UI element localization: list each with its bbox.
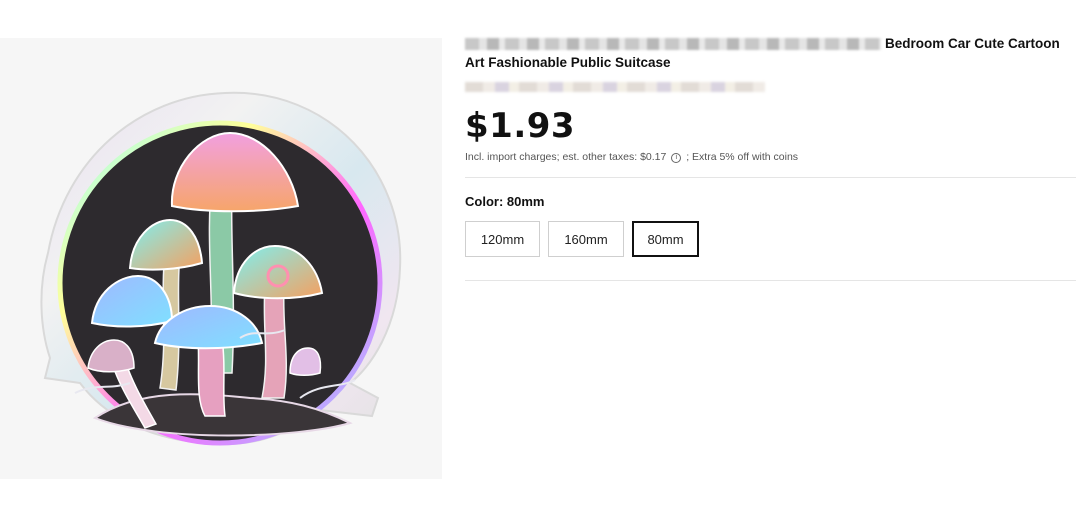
variant-option-80mm[interactable]: 80mm bbox=[632, 221, 699, 257]
product-title-end: Bedroom Car Cute Cartoon bbox=[885, 36, 1060, 51]
divider bbox=[465, 280, 1076, 281]
divider bbox=[465, 177, 1076, 178]
product-title: Bedroom Car Cute Cartoon bbox=[465, 34, 1076, 53]
product-title-line2: Art Fashionable Public Suitcase bbox=[465, 55, 671, 70]
variant-options: 120mm 160mm 80mm bbox=[465, 221, 1076, 257]
redacted-subtitle bbox=[465, 82, 765, 92]
variant-label: Color: 80mm bbox=[465, 194, 545, 209]
tax-note-text: Incl. import charges; est. other taxes: … bbox=[465, 151, 667, 163]
product-price: $1.93 bbox=[465, 106, 576, 146]
tax-note: Incl. import charges; est. other taxes: … bbox=[465, 151, 1076, 163]
product-image[interactable] bbox=[0, 38, 442, 479]
variant-option-160mm[interactable]: 160mm bbox=[548, 221, 624, 257]
info-icon[interactable]: i bbox=[671, 153, 682, 163]
product-info: Bedroom Car Cute Cartoon Art Fashionable… bbox=[465, 34, 1076, 281]
redacted-title-text bbox=[465, 38, 881, 51]
coins-discount-text: ; Extra 5% off with coins bbox=[686, 151, 799, 163]
mushroom-sticker-image bbox=[40, 91, 402, 446]
variant-option-120mm[interactable]: 120mm bbox=[465, 221, 540, 257]
